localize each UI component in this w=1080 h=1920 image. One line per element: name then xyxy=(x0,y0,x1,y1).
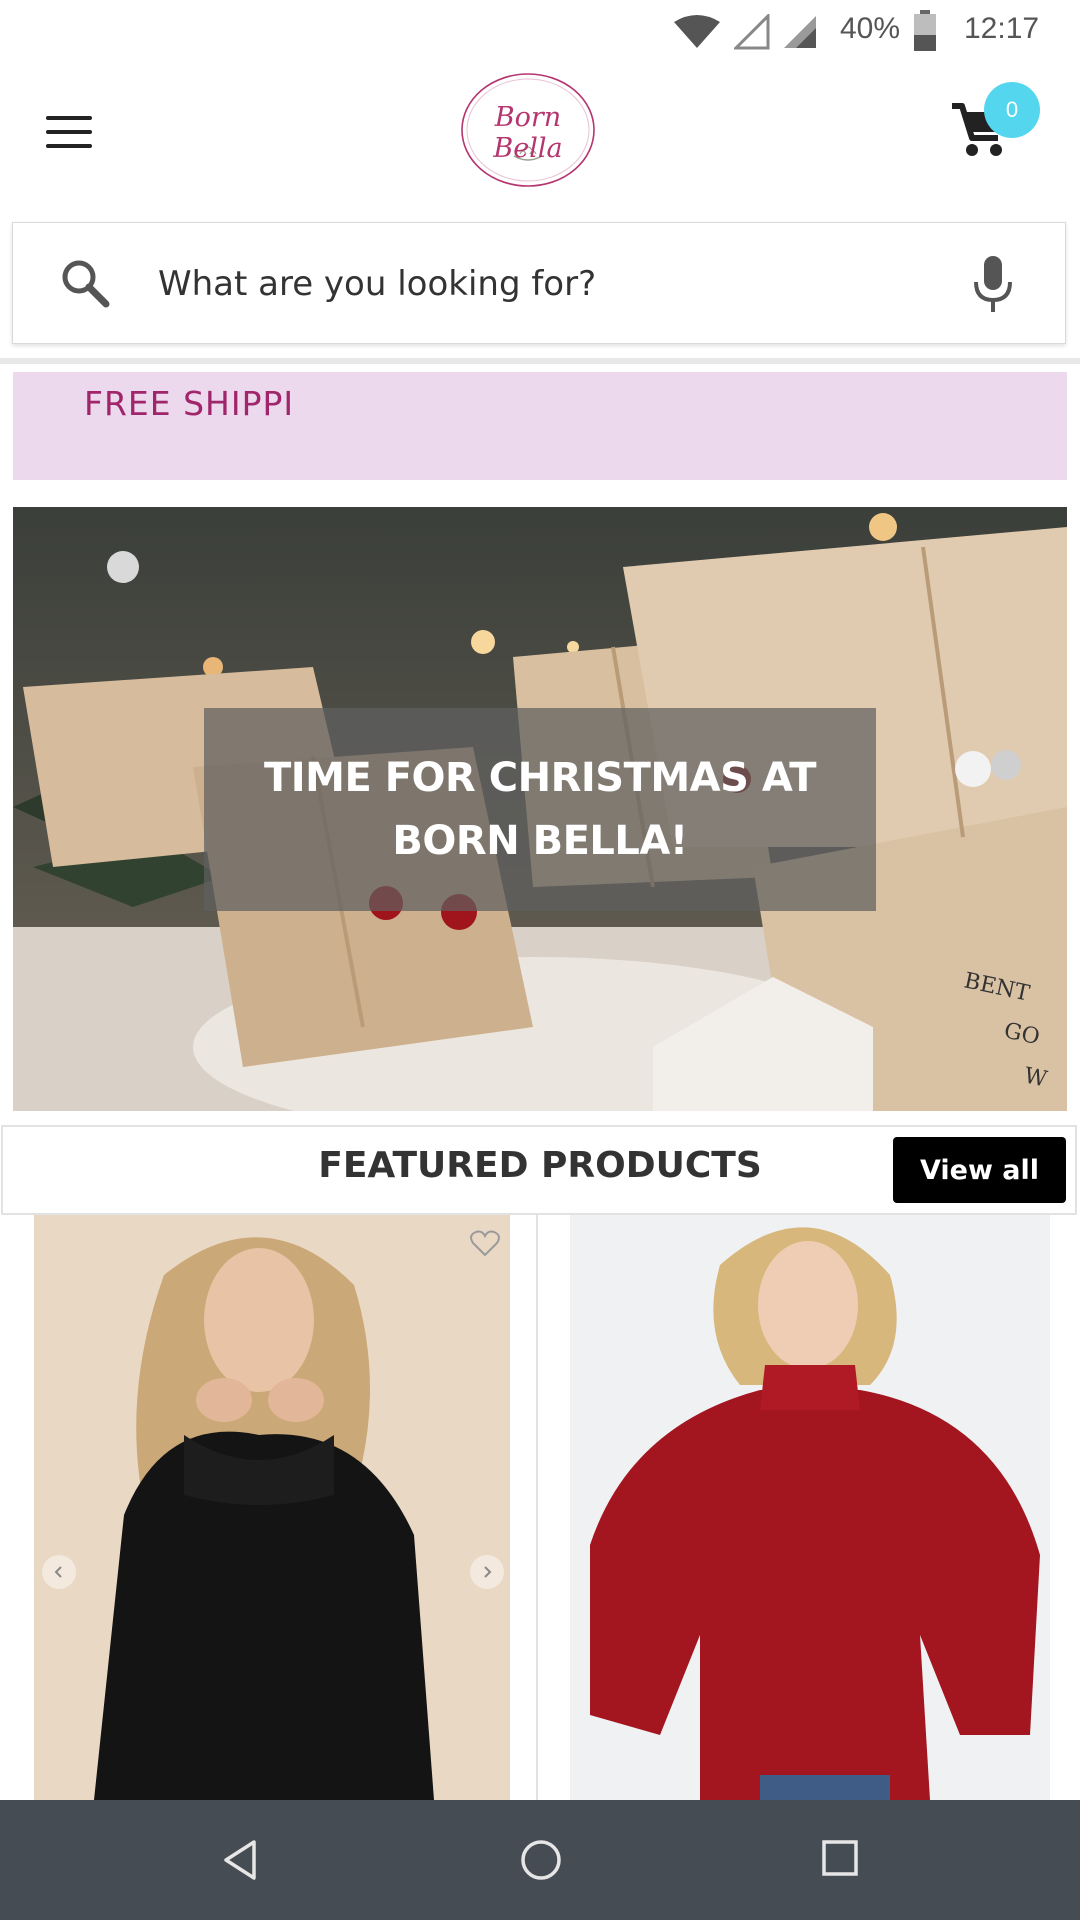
system-nav-bar xyxy=(0,1800,1080,1920)
chevron-left-icon[interactable] xyxy=(42,1555,76,1589)
chevron-right-icon[interactable] xyxy=(470,1555,504,1589)
red-sweater-photo xyxy=(570,1215,1050,1800)
back-icon[interactable] xyxy=(220,1838,260,1882)
menu-icon[interactable] xyxy=(46,116,94,150)
hero-title: TIME FOR CHRISTMAS AT BORN BELLA! xyxy=(263,754,817,864)
status-bar: 40% 12:17 xyxy=(0,0,1080,62)
logo-text: Born Bella xyxy=(493,102,563,164)
mic-icon[interactable] xyxy=(972,256,1014,312)
battery-level: 40% xyxy=(840,12,901,45)
logo[interactable]: Born Bella xyxy=(458,72,598,188)
cart-count-badge: 0 xyxy=(984,82,1040,138)
view-all-button[interactable]: View all xyxy=(893,1137,1066,1203)
search-icon[interactable] xyxy=(60,258,110,308)
wifi-icon xyxy=(674,15,720,48)
search-input[interactable] xyxy=(158,256,918,312)
promo-text: FREE SHIPPI xyxy=(84,384,295,423)
clock: 12:17 xyxy=(964,12,1040,45)
signal-empty-icon xyxy=(734,14,770,50)
battery-icon xyxy=(914,10,936,51)
black-sweater-photo xyxy=(34,1215,510,1800)
signal-icon xyxy=(784,16,816,48)
featured-title: FEATURED PRODUCTS xyxy=(318,1145,762,1186)
heart-icon[interactable] xyxy=(470,1229,500,1257)
product-card[interactable] xyxy=(0,1215,538,1800)
home-icon[interactable] xyxy=(518,1837,564,1883)
product-card[interactable] xyxy=(538,1215,1080,1800)
scroll-track xyxy=(0,358,1080,364)
recents-icon[interactable] xyxy=(820,1838,860,1878)
hero-overlay: TIME FOR CHRISTMAS AT BORN BELLA! xyxy=(204,708,876,911)
